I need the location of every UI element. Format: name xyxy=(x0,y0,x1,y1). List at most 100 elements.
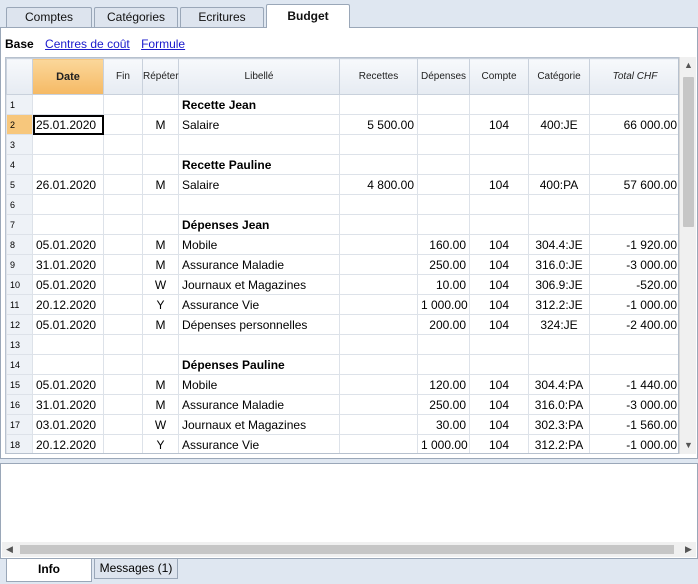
cell-end[interactable] xyxy=(103,94,143,115)
cell-end[interactable] xyxy=(103,254,143,275)
cell-date[interactable] xyxy=(32,194,104,215)
table-row[interactable]: 2 25.01.2020 M Salaire 5 500.00 104 400:JE 66 0… xyxy=(6,114,678,135)
table-row[interactable]: 11 20.12.2020 Y Assurance Vie 1 000.00 104 312… xyxy=(6,294,678,315)
cell-expenses[interactable] xyxy=(417,354,470,375)
cell-category[interactable]: 400:JE xyxy=(528,114,590,135)
cell-total[interactable] xyxy=(589,194,678,215)
cell-income[interactable] xyxy=(339,94,418,115)
cell-end[interactable] xyxy=(103,114,143,135)
cell-expenses[interactable] xyxy=(417,334,470,355)
row-number[interactable]: 17 xyxy=(6,414,33,435)
cell-date[interactable]: 25.01.2020 xyxy=(32,114,104,135)
cell-date[interactable] xyxy=(32,214,104,235)
cell-category[interactable] xyxy=(528,154,590,175)
horizontal-scrollbar[interactable]: ◀ ▶ xyxy=(2,542,696,557)
cell-account[interactable] xyxy=(469,194,529,215)
cell-category[interactable]: 312.2:JE xyxy=(528,294,590,315)
cell-total[interactable] xyxy=(589,354,678,375)
cell-category[interactable] xyxy=(528,94,590,115)
cell-expenses[interactable] xyxy=(417,194,470,215)
cell-end[interactable] xyxy=(103,414,143,435)
cell-end[interactable] xyxy=(103,274,143,295)
cell-description[interactable] xyxy=(178,194,340,215)
cell-description[interactable]: Assurance Maladie xyxy=(178,394,340,415)
cell-expenses[interactable]: 250.00 xyxy=(417,394,470,415)
cell-income[interactable]: 5 500.00 xyxy=(339,114,418,135)
cell-repeat[interactable] xyxy=(142,194,179,215)
cell-income[interactable] xyxy=(339,434,418,453)
cell-income[interactable] xyxy=(339,314,418,335)
tab-messages[interactable]: Messages (1) xyxy=(94,559,178,579)
row-number-header[interactable] xyxy=(6,58,33,95)
cell-end[interactable] xyxy=(103,234,143,255)
cell-category[interactable] xyxy=(528,134,590,155)
cell-repeat[interactable] xyxy=(142,214,179,235)
cell-category[interactable]: 324:JE xyxy=(528,314,590,335)
view-cost-centers-link[interactable]: Centres de coût xyxy=(45,37,130,51)
table-row[interactable]: 5 26.01.2020 M Salaire 4 800.00 104 400:PA 57 6… xyxy=(6,174,678,195)
cell-description[interactable]: Journaux et Magazines xyxy=(178,414,340,435)
cell-date[interactable]: 20.12.2020 xyxy=(32,434,104,453)
cell-income[interactable] xyxy=(339,214,418,235)
cell-expenses[interactable] xyxy=(417,174,470,195)
table-row[interactable]: 16 31.01.2020 M Assurance Maladie 250.00 104 3… xyxy=(6,394,678,415)
cell-category[interactable]: 316.0:PA xyxy=(528,394,590,415)
table-row[interactable]: 9 31.01.2020 M Assurance Maladie 250.00 104 31… xyxy=(6,254,678,275)
cell-repeat[interactable]: M xyxy=(142,174,179,195)
horizontal-scroll-thumb[interactable] xyxy=(20,545,674,554)
row-number[interactable]: 11 xyxy=(6,294,33,315)
cell-category[interactable]: 400:PA xyxy=(528,174,590,195)
cell-repeat[interactable] xyxy=(142,154,179,175)
cell-description[interactable]: Dépenses Jean xyxy=(178,214,340,235)
row-number[interactable]: 6 xyxy=(6,194,33,215)
cell-date[interactable]: 20.12.2020 xyxy=(32,294,104,315)
column-header-account[interactable]: Compte xyxy=(469,58,529,95)
cell-description[interactable]: Assurance Maladie xyxy=(178,254,340,275)
tab-ecritures[interactable]: Ecritures xyxy=(180,7,264,27)
cell-account[interactable] xyxy=(469,334,529,355)
table-row[interactable]: 1 Recette Jean xyxy=(6,94,678,115)
cell-end[interactable] xyxy=(103,314,143,335)
cell-account[interactable]: 104 xyxy=(469,314,529,335)
cell-expenses[interactable] xyxy=(417,94,470,115)
row-number[interactable]: 2 xyxy=(6,114,33,135)
cell-repeat[interactable]: M xyxy=(142,394,179,415)
column-header-repeat[interactable]: Répéter xyxy=(142,58,179,95)
cell-expenses[interactable]: 160.00 xyxy=(417,234,470,255)
table-row[interactable]: 12 05.01.2020 M Dépenses personnelles 200.00… xyxy=(6,314,678,335)
cell-total[interactable]: -3 000.00 xyxy=(589,394,678,415)
cell-category[interactable]: 304.4:PA xyxy=(528,374,590,395)
cell-end[interactable] xyxy=(103,294,143,315)
tab-categories[interactable]: Catégories xyxy=(94,7,178,27)
cell-account[interactable] xyxy=(469,354,529,375)
table-row[interactable]: 3 xyxy=(6,134,678,155)
cell-total[interactable]: -1 920.00 xyxy=(589,234,678,255)
cell-date[interactable]: 31.01.2020 xyxy=(32,254,104,275)
cell-repeat[interactable]: M xyxy=(142,254,179,275)
cell-expenses[interactable] xyxy=(417,154,470,175)
cell-category[interactable] xyxy=(528,354,590,375)
cell-income[interactable] xyxy=(339,134,418,155)
cell-income[interactable]: 4 800.00 xyxy=(339,174,418,195)
cell-end[interactable] xyxy=(103,154,143,175)
cell-end[interactable] xyxy=(103,134,143,155)
cell-income[interactable] xyxy=(339,154,418,175)
cell-account[interactable]: 104 xyxy=(469,234,529,255)
cell-account[interactable]: 104 xyxy=(469,254,529,275)
cell-account[interactable] xyxy=(469,154,529,175)
cell-date[interactable] xyxy=(32,154,104,175)
cell-date[interactable]: 26.01.2020 xyxy=(32,174,104,195)
cell-total[interactable]: -3 000.00 xyxy=(589,254,678,275)
cell-description[interactable]: Assurance Vie xyxy=(178,434,340,453)
cell-expenses[interactable]: 120.00 xyxy=(417,374,470,395)
cell-total[interactable]: -1 440.00 xyxy=(589,374,678,395)
cell-repeat[interactable] xyxy=(142,134,179,155)
cell-repeat[interactable]: Y xyxy=(142,294,179,315)
cell-description[interactable]: Assurance Vie xyxy=(178,294,340,315)
column-header-description[interactable]: Libellé xyxy=(178,58,340,95)
row-number[interactable]: 4 xyxy=(6,154,33,175)
cell-category[interactable]: 302.3:PA xyxy=(528,414,590,435)
cell-total[interactable] xyxy=(589,134,678,155)
column-header-end[interactable]: Fin xyxy=(103,58,143,95)
table-row[interactable]: 18 20.12.2020 Y Assurance Vie 1 000.00 104 312… xyxy=(6,434,678,453)
